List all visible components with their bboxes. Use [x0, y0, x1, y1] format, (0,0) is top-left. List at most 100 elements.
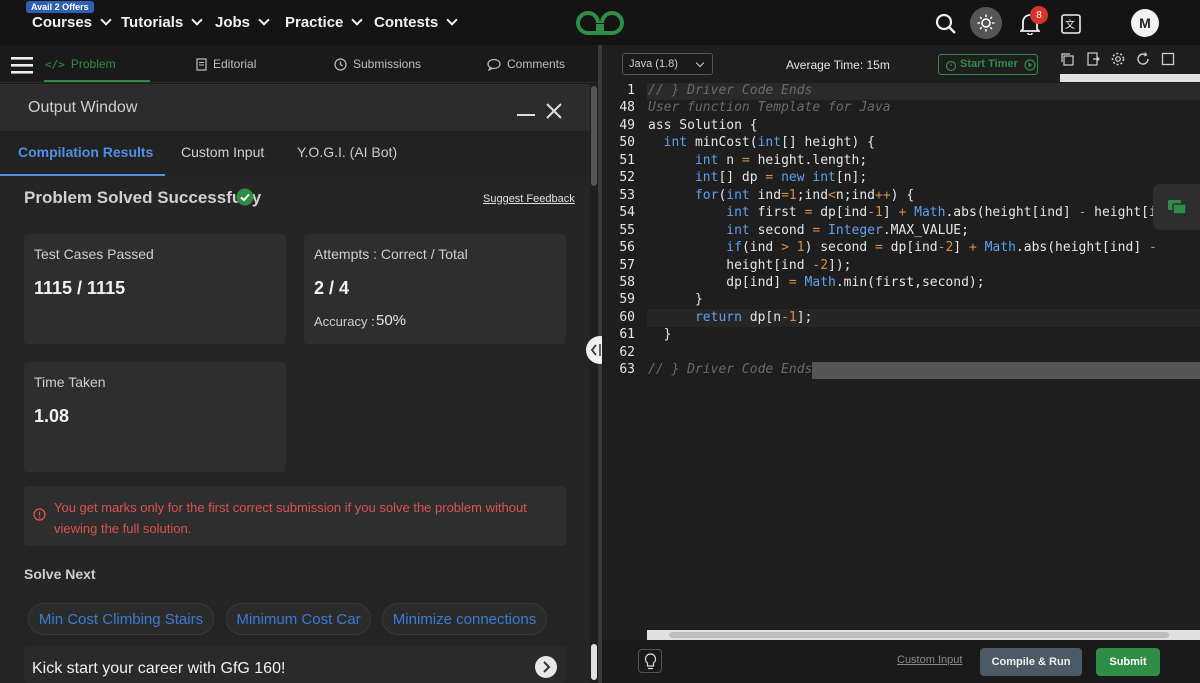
nav-contests[interactable]: Contests [374, 14, 458, 31]
left-scrollbar-track[interactable] [590, 84, 598, 683]
export-icon[interactable] [1086, 52, 1100, 66]
horizontal-scrollbar-top[interactable] [1060, 74, 1200, 82]
close-icon[interactable] [545, 102, 563, 120]
tab-editorial[interactable]: Editorial [196, 57, 256, 71]
chat-icon [1168, 200, 1187, 215]
tab-comments-label: Comments [507, 57, 566, 71]
nav-courses[interactable]: Courses [32, 14, 112, 31]
language-select[interactable]: Java (1.8) [622, 53, 713, 75]
notice-text: You get marks only for the first correct… [54, 500, 527, 536]
play-icon [1024, 59, 1036, 71]
horizontal-scrollbar-thumb[interactable] [669, 632, 1169, 638]
chevron-down-icon [258, 14, 270, 26]
tab-submissions[interactable]: Submissions [334, 57, 421, 71]
status-message: Problem Solved Successfully [24, 188, 262, 207]
subtab-custom-input[interactable]: Custom Input [181, 144, 264, 160]
hamburger-menu-icon[interactable] [11, 56, 33, 74]
gfg-logo[interactable] [572, 8, 628, 38]
line-number: 51 [619, 153, 635, 168]
submit-button[interactable]: Submit [1096, 648, 1160, 676]
start-timer-label: Start Timer [960, 58, 1018, 70]
attempts-card: Attempts : Correct / Total 2 / 4 Accurac… [304, 234, 566, 344]
left-scrollbar-thumb-bottom[interactable] [591, 644, 597, 680]
code-line: int minCost(int[] height) { [663, 135, 875, 150]
code-line: int second = Integer.MAX_VALUE; [726, 223, 969, 238]
subtab-yogi-bot[interactable]: Y.O.G.I. (AI Bot) [297, 144, 397, 160]
line-number: 55 [619, 223, 635, 238]
nav-tutorials[interactable]: Tutorials [121, 14, 203, 31]
code-line: if(ind > 1) second = dp[ind-2] + Math.ab… [726, 240, 1157, 255]
chat-button[interactable] [1153, 184, 1200, 230]
active-tab-indicator [44, 80, 150, 82]
nav-jobs[interactable]: Jobs [215, 14, 270, 31]
gear-icon[interactable] [1111, 52, 1125, 66]
subtab-compilation-results[interactable]: Compilation Results [18, 144, 153, 160]
document-icon [196, 57, 207, 71]
output-window-header: Output Window [0, 84, 590, 131]
compile-run-button[interactable]: Compile & Run [980, 648, 1082, 676]
lightbulb-icon [644, 653, 657, 670]
output-window: Output Window Compilation Results Custom… [0, 84, 590, 683]
fullscreen-icon[interactable] [1161, 52, 1175, 66]
line-number: 48 [619, 100, 635, 115]
nav-contests-label: Contests [374, 14, 439, 31]
promo-text: Kick start your career with GfG 160! [32, 660, 286, 677]
offer-badge[interactable]: Avail 2 Offers [26, 1, 94, 13]
line-number: 50 [619, 135, 635, 150]
active-subtab-indicator [0, 174, 165, 176]
copy-icon[interactable] [1060, 52, 1074, 66]
custom-input-link[interactable]: Custom Input [897, 654, 962, 666]
solve-next-chip[interactable]: Min Cost Climbing Stairs [28, 603, 214, 635]
line-number: 52 [619, 170, 635, 185]
horizontal-scrollbar[interactable] [647, 630, 1200, 640]
hint-button[interactable] [638, 649, 662, 673]
code-line: for(int ind=1;ind<n;ind++) { [694, 188, 915, 203]
nav-jobs-label: Jobs [215, 14, 251, 31]
tab-problem[interactable]: </> Problem [45, 57, 116, 71]
code-line: } [648, 292, 703, 307]
line-number: 1 [627, 83, 635, 98]
chevron-down-icon [446, 14, 458, 26]
editor-footer: Custom Input Compile & Run Submit [602, 640, 1200, 683]
line-number: 57 [619, 258, 635, 273]
code-line: int first = dp[ind-1] + Math.abs(height[… [726, 205, 1165, 220]
solve-next-chip[interactable]: Minimum Cost Car [226, 603, 371, 635]
notification-count-badge: 8 [1030, 6, 1048, 24]
line-number: 63 [619, 362, 635, 377]
nav-courses-label: Courses [32, 14, 93, 31]
attempts-value: 2 / 4 [314, 278, 350, 298]
nav-practice-label: Practice [285, 14, 344, 31]
left-scrollbar-thumb[interactable] [591, 86, 597, 186]
translate-icon[interactable]: 文 [1056, 9, 1086, 39]
code-line: dp[ind] = Math.min(first,second); [648, 275, 985, 290]
editor-toolbar: Java (1.8) Average Time: 15m Start Timer [602, 45, 1200, 83]
promo-banner[interactable]: Kick start your career with GfG 160! [24, 646, 566, 683]
time-taken-card: Time Taken 1.08 [24, 362, 286, 472]
code-line: int[] dp = new int[n]; [694, 170, 868, 185]
code-line: User function Template for Java [648, 100, 891, 115]
chevron-down-icon [100, 14, 112, 26]
start-timer-button[interactable]: Start Timer [938, 54, 1038, 75]
line-number-gutter: 1 48 49 50 51 52 53 54 55 56 57 58 59 60… [602, 83, 647, 640]
line-number: 56 [619, 240, 635, 255]
output-window-title: Output Window [28, 99, 138, 116]
avatar[interactable]: M [1131, 9, 1159, 37]
minimize-icon[interactable] [517, 114, 535, 116]
solve-next-chip[interactable]: Minimize connections [382, 603, 547, 635]
theme-toggle-icon[interactable] [970, 7, 1002, 39]
nav-practice[interactable]: Practice [285, 14, 364, 31]
search-icon[interactable] [931, 9, 961, 39]
line-number: 60 [619, 310, 635, 325]
suggest-feedback-link[interactable]: Suggest Feedback [483, 193, 575, 205]
reset-icon[interactable] [1136, 52, 1150, 66]
accuracy-label: Accuracy : [314, 314, 375, 329]
code-line: int n = height.length; [694, 153, 868, 168]
arrow-right-icon[interactable] [535, 656, 557, 678]
code-line: // } Driver Code Ends [648, 362, 813, 377]
nav-tutorials-label: Tutorials [121, 14, 184, 31]
tab-editorial-label: Editorial [213, 57, 257, 71]
alert-icon [33, 508, 46, 521]
attempts-label: Attempts : Correct / Total [314, 246, 468, 262]
chevron-down-icon [695, 58, 705, 68]
tab-comments[interactable]: Comments [487, 57, 565, 71]
